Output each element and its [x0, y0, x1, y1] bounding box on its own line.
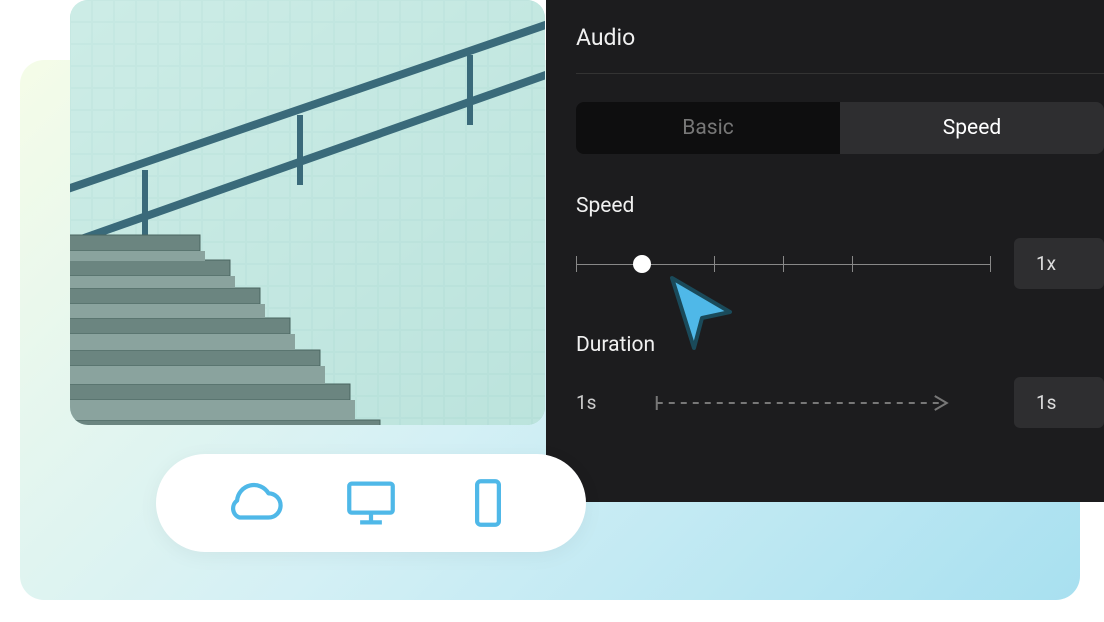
cloud-icon[interactable]	[225, 474, 283, 532]
audio-panel: Audio Basic Speed Speed 1x Duration 1s 1…	[546, 0, 1104, 502]
tab-basic[interactable]: Basic	[576, 102, 840, 154]
speed-slider[interactable]	[576, 252, 990, 276]
tab-speed[interactable]: Speed	[840, 102, 1104, 154]
duration-start: 1s	[576, 391, 596, 414]
divider	[576, 73, 1104, 74]
speed-label: Speed	[576, 194, 1104, 218]
device-toolbar	[156, 454, 586, 552]
tab-group: Basic Speed	[576, 102, 1104, 154]
duration-arrow-icon	[616, 394, 994, 412]
speed-slider-thumb[interactable]	[633, 255, 651, 273]
preview-image	[70, 0, 545, 425]
panel-title: Audio	[576, 24, 1104, 51]
desktop-icon[interactable]	[342, 474, 400, 532]
speed-value[interactable]: 1x	[1014, 238, 1104, 289]
duration-end-value[interactable]: 1s	[1014, 377, 1104, 428]
speed-row: 1x	[576, 238, 1104, 289]
duration-label: Duration	[576, 333, 1104, 357]
mobile-icon[interactable]	[459, 474, 517, 532]
duration-row: 1s 1s	[576, 377, 1104, 428]
